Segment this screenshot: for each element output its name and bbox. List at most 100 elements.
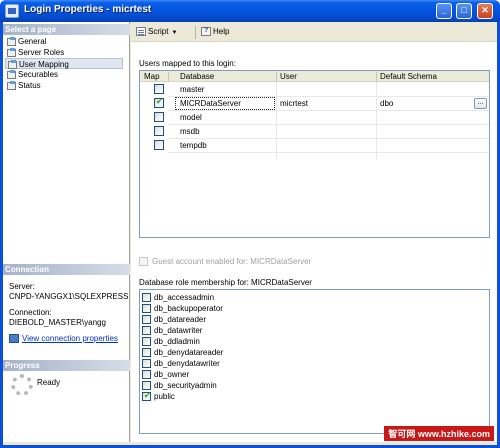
grid-header: Map Database User Default Schema	[140, 71, 489, 82]
role-checkbox[interactable]	[142, 326, 151, 335]
toolbar-separator	[195, 26, 196, 39]
page-icon	[7, 70, 16, 79]
role-label: db_securityadmin	[154, 381, 217, 390]
table-row[interactable]: MICRDataServer micrtest dbo ...	[140, 97, 489, 110]
table-row[interactable]: model	[140, 111, 489, 124]
script-icon	[136, 27, 146, 36]
role-label: db_accessadmin	[154, 293, 215, 302]
list-item[interactable]: db_owner	[142, 370, 189, 380]
connection-heading: Connection	[3, 264, 130, 275]
progress-status: Ready	[37, 378, 61, 387]
close-button[interactable]: ✕	[477, 3, 493, 19]
role-label: db_denydatareader	[154, 348, 224, 357]
table-row[interactable]: msdb	[140, 125, 489, 138]
window-icon	[5, 4, 19, 18]
list-item[interactable]: db_datareader	[142, 315, 206, 325]
role-checkbox[interactable]	[142, 348, 151, 357]
users-mapped-caption: Users mapped to this login:	[139, 59, 236, 68]
title-bar[interactable]: Login Properties - micrtest _ □ ✕	[0, 0, 500, 22]
browse-schema-button[interactable]: ...	[474, 98, 487, 109]
users-mapped-grid: Map Database User Default Schema master	[139, 70, 490, 238]
list-item[interactable]: db_datawriter	[142, 326, 202, 336]
role-checkbox[interactable]	[142, 293, 151, 302]
sidebar-item-user-mapping[interactable]: User Mapping	[5, 58, 123, 69]
sidebar-item-label: Server Roles	[18, 48, 65, 57]
view-connection-properties-link[interactable]: View connection properties	[9, 334, 118, 343]
toolbar: Script▼ Help	[131, 22, 497, 42]
map-checkbox[interactable]	[154, 126, 164, 136]
row-divider	[168, 152, 489, 153]
map-checkbox[interactable]	[154, 97, 164, 108]
role-checkbox[interactable]	[142, 391, 151, 401]
column-header-map[interactable]: Map	[144, 72, 160, 81]
role-checkbox[interactable]	[142, 370, 151, 379]
page-icon	[7, 37, 16, 46]
sidebar-item-general[interactable]: General	[7, 36, 46, 47]
connection-value: DIEBOLD_MASTER\yangg	[9, 318, 106, 327]
dropdown-arrow-icon[interactable]: ▼	[171, 30, 177, 36]
maximize-button[interactable]: □	[456, 3, 472, 19]
list-item[interactable]: public	[142, 391, 175, 402]
role-label: db_datareader	[154, 315, 207, 324]
page-icon	[7, 48, 16, 57]
column-divider[interactable]	[376, 72, 377, 81]
page-icon	[8, 60, 17, 69]
map-checkbox[interactable]	[154, 112, 164, 122]
role-checkbox[interactable]	[142, 381, 151, 390]
column-header-default-schema[interactable]: Default Schema	[380, 72, 437, 81]
server-value: CNPD-YANGGX1\SQLEXPRESS	[9, 292, 129, 301]
column-divider[interactable]	[168, 72, 169, 81]
sidebar-item-label: Status	[18, 81, 41, 90]
role-checkbox[interactable]	[142, 337, 151, 346]
column-divider[interactable]	[276, 72, 277, 81]
script-button[interactable]: Script ▼	[136, 27, 177, 36]
database-cell: msdb	[180, 127, 200, 136]
view-connection-link-text[interactable]: View connection properties	[22, 334, 118, 343]
connection-label: Connection:	[9, 308, 52, 317]
list-item[interactable]: db_accessadmin	[142, 293, 214, 303]
sidebar-item-server-roles[interactable]: Server Roles	[7, 47, 64, 58]
sidebar-item-status[interactable]: Status	[7, 80, 41, 91]
left-pane: Select a page General Server Roles User …	[3, 22, 130, 442]
sidebar-item-label: Securables	[18, 70, 59, 79]
map-checkbox[interactable]	[154, 84, 164, 94]
database-cell: model	[180, 113, 202, 122]
page-icon	[7, 81, 16, 90]
column-header-user[interactable]: User	[280, 72, 297, 81]
help-icon	[201, 27, 211, 36]
role-label: public	[154, 392, 175, 401]
sidebar-item-securables[interactable]: Securables	[7, 69, 58, 80]
role-label: db_datawriter	[154, 326, 203, 335]
database-cell: master	[180, 85, 205, 94]
list-item[interactable]: db_backupoperator	[142, 304, 223, 314]
sidebar-item-label: General	[18, 37, 47, 46]
role-label: db_denydatawriter	[154, 359, 220, 368]
site-watermark: 智可网 www.hzhike.com	[384, 426, 494, 441]
list-item[interactable]: db_securityadmin	[142, 381, 217, 391]
role-checkbox[interactable]	[142, 304, 151, 313]
progress-heading: Progress	[3, 360, 130, 371]
column-header-database[interactable]: Database	[180, 72, 214, 81]
select-page-heading: Select a page	[3, 24, 130, 35]
login-properties-window: Login Properties - micrtest _ □ ✕ Select…	[0, 0, 500, 448]
guest-account-checkbox[interactable]	[139, 257, 148, 266]
list-item[interactable]: db_denydatareader	[142, 348, 223, 358]
table-row[interactable]: master	[140, 83, 489, 96]
minimize-button[interactable]: _	[436, 3, 452, 19]
role-label: db_owner	[154, 370, 190, 379]
list-item[interactable]: db_ddladmin	[142, 337, 200, 347]
role-checkbox[interactable]	[142, 315, 151, 324]
connection-properties-icon	[9, 334, 19, 343]
database-cell: tempdb	[180, 141, 207, 150]
table-row[interactable]: tempdb	[140, 139, 489, 152]
schema-cell[interactable]: dbo	[380, 99, 393, 108]
help-button[interactable]: Help	[201, 27, 229, 36]
user-cell[interactable]: micrtest	[280, 99, 308, 108]
role-checkbox[interactable]	[142, 359, 151, 368]
list-item[interactable]: db_denydatawriter	[142, 359, 220, 369]
dialog-client: Select a page General Server Roles User …	[3, 22, 497, 445]
role-membership-list: db_accessadmin db_backupoperator db_data…	[139, 289, 490, 434]
script-label: Script	[148, 27, 169, 36]
map-checkbox[interactable]	[154, 140, 164, 150]
role-label: db_backupoperator	[154, 304, 223, 313]
